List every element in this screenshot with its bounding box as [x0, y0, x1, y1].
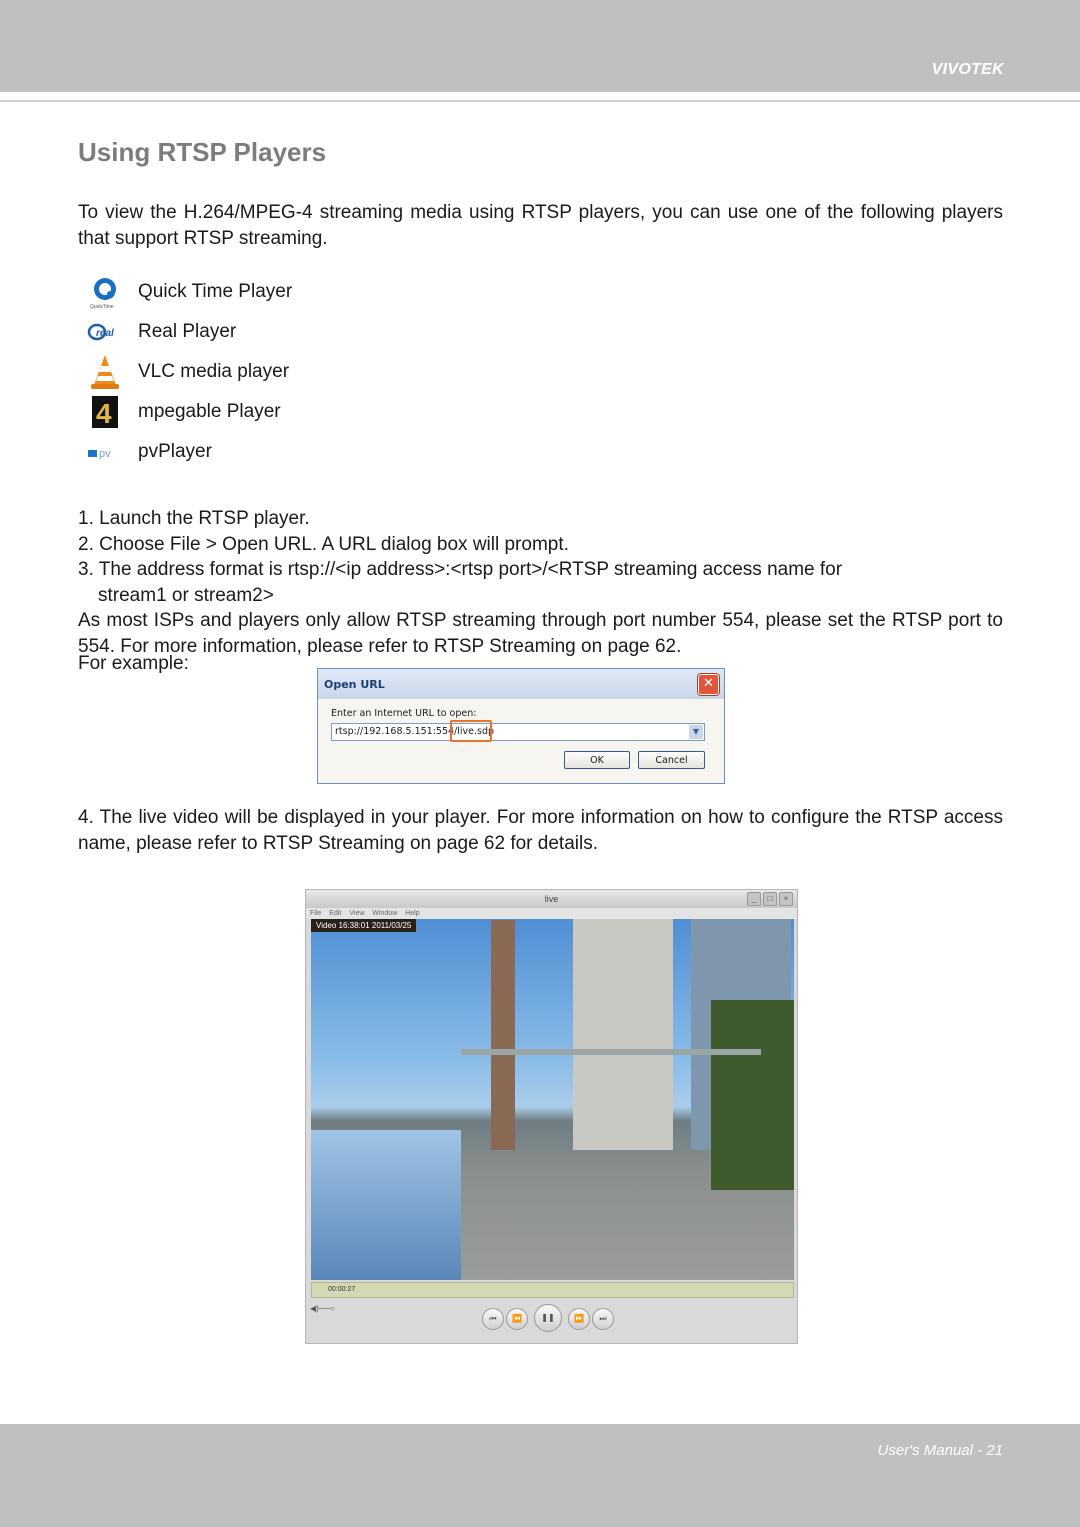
video-frame: Video 16:38:01 2011/03/25: [311, 919, 794, 1280]
chevron-down-icon[interactable]: ▼: [689, 725, 703, 739]
header-divider: [0, 100, 1080, 102]
menu-edit[interactable]: Edit: [329, 908, 341, 919]
building: [573, 919, 673, 1150]
close-icon[interactable]: ✕: [698, 674, 719, 695]
player-label: VLC media player: [138, 361, 290, 382]
skip-forward-button[interactable]: ⏭: [592, 1308, 614, 1330]
maximize-icon[interactable]: □: [763, 892, 777, 906]
svg-text:QuickTime: QuickTime: [90, 304, 114, 309]
step-1: 1. Launch the RTSP player.: [78, 508, 310, 529]
port-note: As most ISPs and players only allow RTSP…: [78, 610, 1003, 657]
vlc-cone-icon: [86, 355, 124, 389]
mpegable-icon: 4: [86, 395, 124, 429]
list-item: pv pvPlayer: [86, 432, 292, 472]
header-band: VIVOTEK: [0, 0, 1080, 92]
fast-forward-button[interactable]: ⏩: [568, 1308, 590, 1330]
step-3: 3. The address format is rtsp://<ip addr…: [78, 559, 843, 580]
step-2: 2. Choose File > Open URL. A URL dialog …: [78, 533, 569, 555]
player-label: mpegable Player: [138, 401, 281, 422]
player-label: Real Player: [138, 321, 237, 342]
intro-paragraph: To view the H.264/MPEG-4 streaming media…: [78, 202, 1003, 249]
minimize-icon[interactable]: _: [747, 892, 761, 906]
step-3-continued: stream1 or stream2>: [98, 584, 274, 606]
volume-slider[interactable]: ◀)──○: [310, 1304, 335, 1313]
page-footer: User's Manual - 21: [877, 1442, 1003, 1459]
quicktime-icon: QuickTime: [86, 275, 124, 309]
svg-text:real: real: [96, 328, 114, 339]
playback-controls: ◀)──○ ⏮ ⏪ ❚❚ ⏩ ⏭: [306, 1302, 797, 1342]
player-title: live: [544, 894, 559, 904]
step-4: 4. The live video will be displayed in y…: [78, 807, 1003, 854]
menu-file[interactable]: File: [310, 908, 321, 919]
menu-view[interactable]: View: [349, 908, 364, 919]
trees: [711, 1000, 794, 1190]
player-label: pvPlayer: [138, 441, 212, 462]
list-item: 4 mpegable Player: [86, 392, 292, 432]
menu-help[interactable]: Help: [405, 908, 419, 919]
realplayer-icon: real: [86, 315, 124, 349]
dialog-titlebar: Open URL ✕: [318, 669, 724, 699]
elapsed-time-display: 00:00:27: [311, 1282, 794, 1298]
dialog-title: Open URL: [324, 677, 385, 691]
list-item: QuickTime Quick Time Player: [86, 272, 292, 312]
footer-band: [0, 1424, 1080, 1527]
player-titlebar: live _ □ ×: [306, 890, 797, 908]
cancel-button[interactable]: Cancel: [638, 751, 705, 769]
close-icon[interactable]: ×: [779, 892, 793, 906]
list-item: real Real Player: [86, 312, 292, 352]
url-field-label: Enter an Internet URL to open:: [331, 708, 477, 719]
player-label: Quick Time Player: [138, 281, 293, 302]
menu-window[interactable]: Window: [372, 908, 397, 919]
ok-button[interactable]: OK: [564, 751, 630, 769]
brand-logo: VIVOTEK: [931, 61, 1004, 78]
pause-button[interactable]: ❚❚: [534, 1304, 562, 1332]
player-list: QuickTime Quick Time Player real Real Pl…: [86, 272, 292, 472]
url-input[interactable]: rtsp://192.168.5.151:554/live.sdp ▼: [331, 720, 705, 742]
svg-text:4: 4: [96, 398, 112, 429]
highway-overpass: [461, 1049, 761, 1055]
list-item: VLC media player: [86, 352, 292, 392]
access-name-highlight: [450, 720, 492, 742]
river: [311, 1130, 461, 1280]
page-title: Using RTSP Players: [78, 137, 327, 167]
open-url-dialog: Open URL ✕ Enter an Internet URL to open…: [317, 668, 725, 784]
player-menubar: File Edit View Window Help: [306, 908, 797, 919]
example-label: For example:: [78, 653, 189, 674]
steps-list: 1. Launch the RTSP player. 2. Choose Fil…: [78, 506, 1003, 659]
pvplayer-icon: pv: [86, 435, 124, 469]
building: [491, 920, 515, 1150]
player-window: live _ □ × File Edit View Window Help Vi…: [305, 889, 798, 1344]
video-timestamp-osd: Video 16:38:01 2011/03/25: [311, 919, 417, 932]
rewind-button[interactable]: ⏪: [506, 1308, 528, 1330]
skip-back-button[interactable]: ⏮: [482, 1308, 504, 1330]
svg-text:pv: pv: [99, 448, 111, 460]
